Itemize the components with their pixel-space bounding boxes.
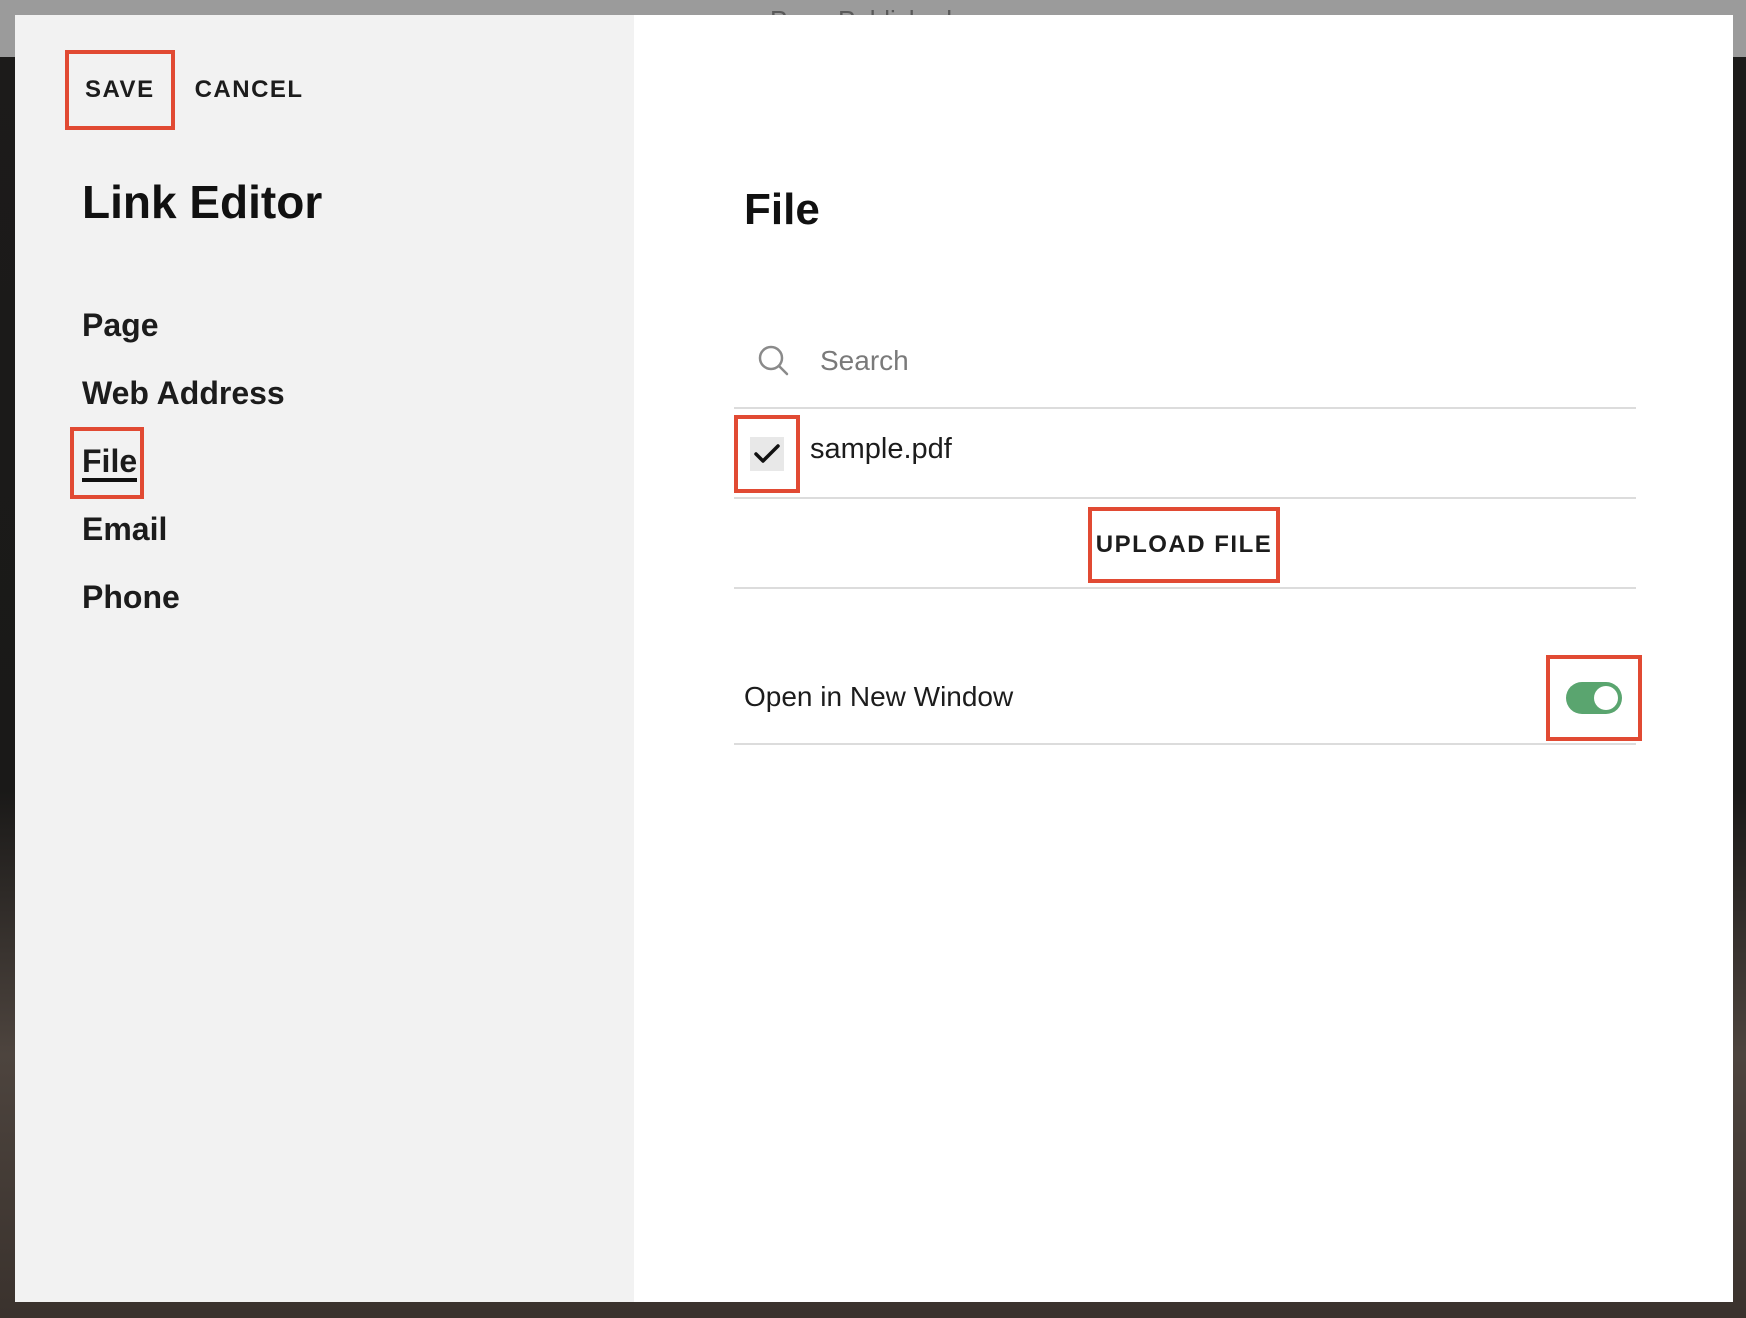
save-button[interactable]: SAVE [65, 50, 175, 130]
nav-item-label: Phone [82, 579, 180, 615]
nav-item-label: Page [82, 307, 159, 343]
link-type-nav: Page Web Address File Email Phone [70, 305, 285, 645]
panel-title: File [744, 185, 820, 234]
dialog-actions: SAVE CANCEL [65, 50, 304, 130]
cancel-button[interactable]: CANCEL [195, 78, 304, 102]
nav-item-file[interactable]: File [70, 427, 285, 509]
checkbox-box [750, 437, 784, 471]
checkmark-icon [754, 444, 780, 463]
file-checkbox[interactable] [734, 415, 800, 493]
file-list-item[interactable]: sample.pdf [734, 409, 1636, 499]
toggle-track [1566, 682, 1622, 714]
file-name: sample.pdf [810, 433, 952, 465]
upload-file-button[interactable]: UPLOAD FILE [1088, 507, 1280, 583]
nav-item-page[interactable]: Page [82, 305, 285, 373]
upload-row: UPLOAD FILE [734, 499, 1636, 589]
open-new-window-toggle[interactable] [1546, 655, 1642, 741]
search-input[interactable] [818, 344, 1582, 378]
file-panel: File sample.pdf UPLOAD FILE Open in N [634, 15, 1733, 1302]
nav-item-phone[interactable]: Phone [82, 577, 285, 645]
nav-item-label: Email [82, 511, 168, 547]
link-editor-sidebar: SAVE CANCEL Link Editor Page Web Address… [15, 15, 634, 1302]
link-editor-dialog: SAVE CANCEL Link Editor Page Web Address… [15, 15, 1733, 1302]
open-new-window-row: Open in New Window [734, 655, 1642, 745]
highlight-box [70, 427, 144, 499]
nav-item-email[interactable]: Email [82, 509, 285, 577]
search-row [734, 315, 1636, 409]
toggle-knob [1594, 686, 1618, 710]
nav-item-label: Web Address [82, 375, 285, 411]
sidebar-title: Link Editor [82, 176, 323, 228]
open-new-window-label: Open in New Window [744, 681, 1014, 712]
search-icon [758, 345, 789, 376]
